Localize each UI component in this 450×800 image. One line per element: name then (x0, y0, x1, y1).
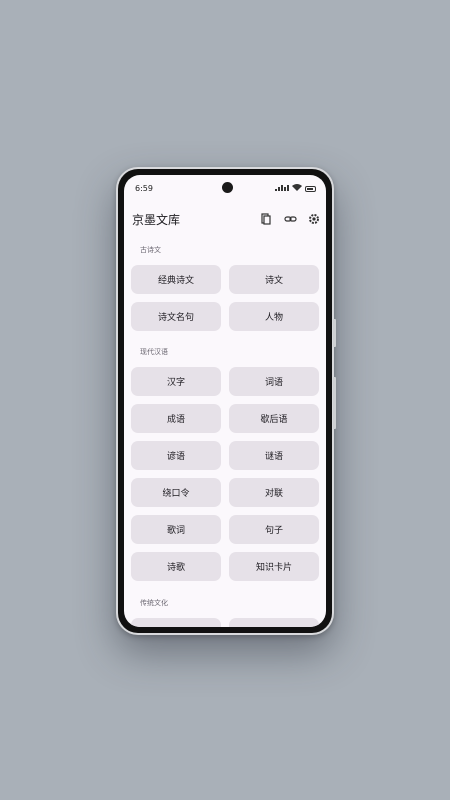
wifi-icon (292, 184, 302, 194)
tile-traditional-1[interactable] (131, 618, 221, 627)
tile-tongue-twisters[interactable]: 绕口令 (131, 478, 221, 507)
tile-sentences[interactable]: 句子 (229, 515, 319, 544)
tile-characters[interactable]: 汉字 (131, 367, 221, 396)
status-icons (275, 184, 316, 194)
front-camera (222, 182, 233, 193)
section-grid-classical: 经典诗文 诗文 诗文名句 人物 (131, 265, 319, 331)
app-actions (256, 209, 324, 229)
signal-icon (275, 184, 289, 194)
volume-button (333, 319, 336, 347)
section-grid-modern-chinese: 汉字 词语 成语 歇后语 谚语 谜语 绕口令 对联 歌词 句子 诗歌 知识卡片 (131, 367, 319, 581)
settings-icon[interactable] (304, 209, 324, 229)
section-label-modern-chinese: 现代汉语 (140, 348, 168, 356)
tile-couplets[interactable]: 对联 (229, 478, 319, 507)
status-time: 6:59 (135, 184, 153, 193)
tile-xiehouyu[interactable]: 歇后语 (229, 404, 319, 433)
category-list: 古诗文 经典诗文 诗文 诗文名句 人物 现代汉语 汉字 词语 成语 歇后语 谚语… (124, 239, 326, 627)
section-grid-traditional-culture (131, 618, 319, 627)
tile-proverbs[interactable]: 谚语 (131, 441, 221, 470)
tile-classic-poems[interactable]: 经典诗文 (131, 265, 221, 294)
tile-words[interactable]: 词语 (229, 367, 319, 396)
phone-bezel: 6:59 京墨文库 古诗文 经典诗文 诗文 诗文名句 人物 现代汉语 汉字 词语… (118, 169, 332, 633)
tile-knowledge-cards[interactable]: 知识卡片 (229, 552, 319, 581)
status-bar: 6:59 (124, 175, 326, 199)
link-icon[interactable] (280, 209, 300, 229)
tile-traditional-2[interactable] (229, 618, 319, 627)
tile-famous-lines[interactable]: 诗文名句 (131, 302, 221, 331)
section-label-classical: 古诗文 (140, 246, 161, 254)
app-bar: 京墨文库 (124, 205, 326, 233)
app-title: 京墨文库 (132, 213, 181, 227)
phone-screen: 6:59 京墨文库 古诗文 经典诗文 诗文 诗文名句 人物 现代汉语 汉字 词语… (124, 175, 326, 627)
tile-idioms[interactable]: 成语 (131, 404, 221, 433)
tile-lyrics[interactable]: 歌词 (131, 515, 221, 544)
tile-modern-poems[interactable]: 诗歌 (131, 552, 221, 581)
bookmark-icon[interactable] (256, 209, 276, 229)
power-button (333, 377, 336, 429)
tile-riddles[interactable]: 谜语 (229, 441, 319, 470)
battery-icon (305, 186, 316, 192)
phone-frame: 6:59 京墨文库 古诗文 经典诗文 诗文 诗文名句 人物 现代汉语 汉字 词语… (116, 167, 336, 635)
tile-people[interactable]: 人物 (229, 302, 319, 331)
section-label-traditional-culture: 传统文化 (140, 599, 168, 607)
tile-poems[interactable]: 诗文 (229, 265, 319, 294)
